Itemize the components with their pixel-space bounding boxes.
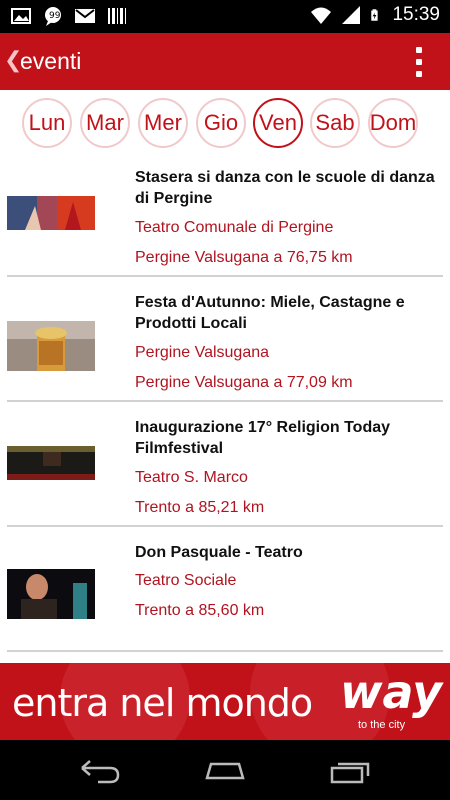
event-distance: Trento a 85,60 km	[135, 602, 265, 619]
signal-icon	[342, 6, 361, 24]
status-time: 15:39	[392, 4, 440, 25]
event-distance: Trento a 85,21 km	[135, 499, 265, 516]
event-thumbnail	[7, 196, 95, 230]
event-card[interactable]: Festa d'Autunno: Miele, Castagne e Prodo…	[7, 281, 443, 402]
event-place: Teatro Comunale di Pergine	[135, 219, 334, 236]
banner-ad[interactable]: entra nel mondo way to the city	[0, 663, 450, 740]
day-dom-button[interactable]: Dom	[368, 98, 418, 148]
day-label: Mer	[144, 110, 182, 135]
event-title: Stasera si danza con le scuole di danza …	[135, 169, 435, 207]
event-title: Inaugurazione 17° Religion Today Filmfes…	[135, 419, 391, 457]
day-label: Lun	[28, 110, 66, 135]
event-distance: Pergine Valsugana a 77,09 km	[135, 374, 353, 391]
event-thumbnail	[7, 446, 95, 480]
day-label: Gio	[203, 110, 239, 135]
back-icon[interactable]	[78, 758, 122, 784]
battery-charging-icon	[371, 9, 379, 21]
event-thumbnail	[7, 321, 95, 371]
day-mar-button[interactable]: Mar	[80, 98, 130, 148]
day-sab-button[interactable]: Sab	[310, 98, 360, 148]
event-place: Pergine Valsugana	[135, 344, 270, 361]
event-card[interactable]: Inaugurazione 17° Religion Today Filmfes…	[7, 406, 443, 527]
page-title[interactable]: eventi	[20, 48, 81, 75]
day-gio-button[interactable]: Gio	[196, 98, 246, 148]
event-title: Festa d'Autunno: Miele, Castagne e Prodo…	[135, 294, 405, 332]
event-thumbnail	[7, 569, 95, 619]
recents-icon[interactable]	[328, 758, 372, 784]
system-nav-bar	[0, 740, 450, 800]
image-icon	[11, 8, 31, 24]
event-distance: Pergine Valsugana a 76,75 km	[135, 249, 353, 266]
day-label: Dom	[369, 110, 417, 135]
barcode-icon	[108, 8, 126, 24]
event-title: Don Pasquale - Teatro	[135, 544, 303, 561]
day-label: Ven	[259, 110, 297, 135]
day-label: Sab	[315, 110, 355, 135]
event-place: Teatro S. Marco	[135, 469, 248, 486]
gmail-icon	[75, 9, 95, 23]
banner-logo: way	[340, 665, 443, 719]
home-icon[interactable]	[203, 758, 247, 784]
event-card[interactable]: Don Pasquale - Teatro Teatro Sociale Tre…	[7, 531, 443, 652]
day-mer-button[interactable]: Mer	[138, 98, 188, 148]
banner-logo-subtitle: to the city	[358, 719, 406, 731]
status-bar: 99 15:39	[0, 0, 450, 33]
wifi-icon	[311, 7, 332, 24]
overflow-menu-icon[interactable]	[416, 47, 424, 77]
day-ven-button[interactable]: Ven	[253, 98, 303, 148]
day-selector: Lun Mar Mer Gio Ven Sab Dom	[0, 90, 450, 156]
day-label: Mar	[86, 110, 124, 135]
chat-icon: 99	[45, 7, 61, 26]
banner-slogan: entra nel mondo	[12, 681, 313, 725]
day-lun-button[interactable]: Lun	[22, 98, 72, 148]
event-place: Teatro Sociale	[135, 572, 237, 589]
event-card[interactable]: Stasera si danza con le scuole di danza …	[7, 156, 443, 277]
svg-text:99: 99	[49, 11, 61, 21]
app-bar: ❮ eventi	[0, 33, 450, 90]
